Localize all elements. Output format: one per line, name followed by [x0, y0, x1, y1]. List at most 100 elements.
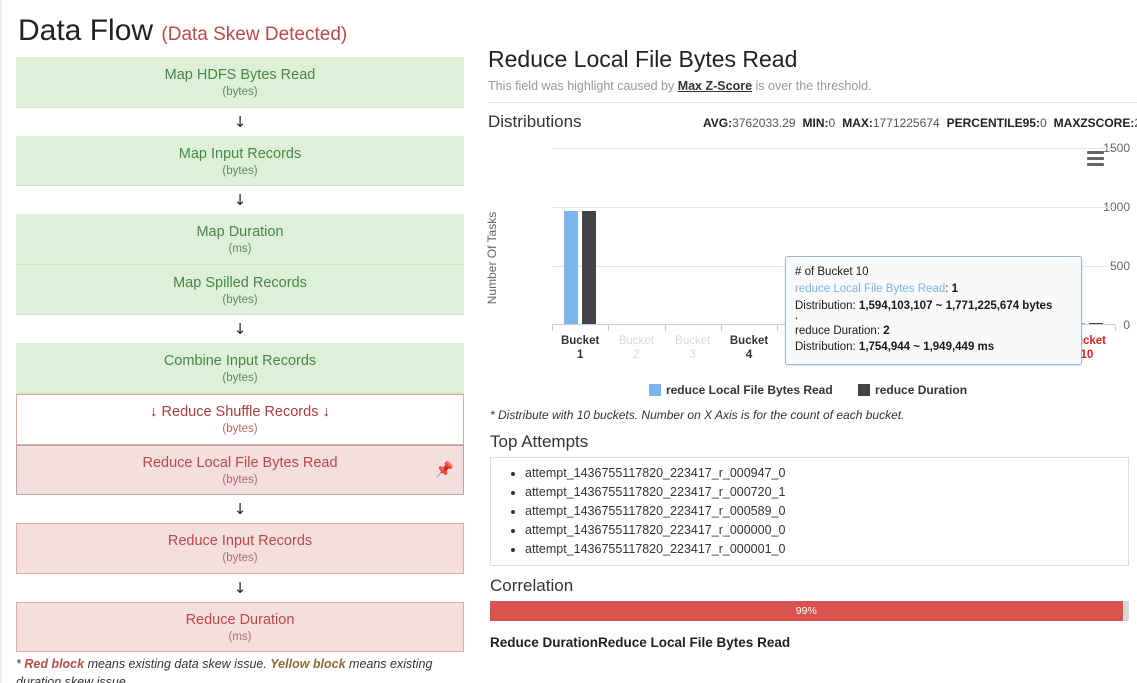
- divider: [488, 102, 1137, 103]
- page-title: Data Flow (Data Skew Detected): [18, 14, 464, 47]
- tooltip-series-2-range: 1,754,944 ~ 1,949,449 ms: [859, 341, 994, 353]
- x-axis-label-bucket-2[interactable]: Bucket2: [608, 334, 664, 363]
- tooltip-series-2-distribution: Distribution: 1,754,944 ~ 1,949,449 ms: [795, 339, 1072, 355]
- top-attempts-title: Top Attempts: [490, 432, 1137, 452]
- flow-arrow-icon: ↓: [16, 574, 464, 602]
- flow-block-reduce-duration[interactable]: Reduce Duration (ms): [16, 602, 464, 653]
- chart-legend: reduce Local File Bytes Read reduce Dura…: [488, 383, 1128, 397]
- x-label-word: Bucket: [665, 334, 721, 348]
- x-label-word: Bucket: [608, 334, 664, 348]
- tooltip-header: # of Bucket 10: [795, 264, 1072, 280]
- chart-tooltip: # of Bucket 10 reduce Local File Bytes R…: [785, 256, 1082, 365]
- x-label-word: Bucket: [552, 334, 608, 348]
- x-axis-label-bucket-3[interactable]: Bucket3: [665, 334, 721, 363]
- stat-maxzscore: MAXZSCORE:24.55: [1054, 116, 1137, 130]
- legend-item-reduce-local-file-bytes-read[interactable]: reduce Local File Bytes Read: [649, 383, 833, 397]
- stat-min: MIN:0: [803, 116, 836, 130]
- bar-reduce-local-file-bytes-read[interactable]: [564, 211, 578, 324]
- flow-block-unit: (bytes): [17, 422, 463, 436]
- flow-block-name: Combine Input Records: [17, 352, 463, 370]
- x-label-word: Bucket: [721, 334, 777, 348]
- distributions-header: Distributions AVG:3762033.29MIN:0MAX:177…: [488, 112, 1137, 132]
- top-attempts-list: attempt_1436755117820_223417_r_000947_0a…: [491, 464, 1128, 559]
- top-attempts-box: attempt_1436755117820_223417_r_000947_0a…: [490, 457, 1129, 566]
- field-subtitle: This field was highlight caused by Max Z…: [488, 79, 1137, 93]
- skew-down-arrow-icon-left: ↓: [150, 403, 158, 420]
- tooltip-series-2: reduce Duration: 2: [795, 323, 1072, 339]
- y-axis-title: Number Of Tasks: [485, 212, 499, 304]
- tooltip-series-1-distribution: Distribution: 1,594,103,107 ~ 1,771,225,…: [795, 298, 1072, 314]
- flow-block-map-hdfs-bytes-read[interactable]: Map HDFS Bytes Read (bytes): [16, 57, 464, 108]
- flow-block-name: Map HDFS Bytes Read: [17, 66, 463, 84]
- flow-block-reduce-input-records[interactable]: Reduce Input Records (bytes): [16, 523, 464, 574]
- legend-swatch-icon: [858, 384, 870, 396]
- correlation-progress-bar: 99%: [490, 601, 1123, 621]
- distributions-title: Distributions: [488, 112, 703, 132]
- x-axis-label-bucket-1[interactable]: Bucket1: [552, 334, 608, 363]
- attempt-list-item[interactable]: attempt_1436755117820_223417_r_000589_0: [525, 502, 1128, 521]
- flow-block-unit: (ms): [17, 630, 463, 644]
- flow-block-unit: (bytes): [17, 371, 463, 385]
- flow-block-name: Reduce Shuffle Records: [162, 404, 319, 420]
- flow-block-unit: (bytes): [17, 473, 463, 487]
- flow-block-map-input-records[interactable]: Map Input Records (bytes): [16, 136, 464, 187]
- x-axis-tick-mark: [721, 325, 722, 331]
- tooltip-series-1-name: reduce Local File Bytes Read: [795, 283, 945, 295]
- x-label-number: 3: [665, 348, 721, 362]
- x-label-number: 4: [721, 348, 777, 362]
- skew-down-arrow-icon-right: ↓: [322, 403, 330, 420]
- bar-reduce-duration[interactable]: [1089, 323, 1103, 324]
- note-yellow-block-label: Yellow block: [270, 657, 345, 671]
- max-z-score-link[interactable]: Max Z-Score: [678, 79, 752, 93]
- attempt-list-item[interactable]: attempt_1436755117820_223417_r_000720_1: [525, 483, 1128, 502]
- flow-block-unit: (bytes): [17, 164, 463, 178]
- flow-arrow-icon: ↓: [16, 108, 464, 136]
- gridline: [552, 207, 1115, 208]
- correlation-progress-track: 99%: [490, 601, 1129, 621]
- tooltip-gap: .: [795, 314, 1072, 323]
- pin-icon[interactable]: 📌: [435, 462, 454, 477]
- tooltip-series-1-value: 1: [952, 283, 958, 295]
- stat-max: MAX:1771225674: [842, 116, 939, 130]
- flow-block-name: Map Input Records: [17, 145, 463, 163]
- x-label-number: 2: [608, 348, 664, 362]
- x-axis-label-bucket-4[interactable]: Bucket4: [721, 334, 777, 363]
- flow-block-unit: (ms): [17, 242, 463, 256]
- flow-block-name: Map Spilled Records: [17, 274, 463, 292]
- attempt-list-item[interactable]: attempt_1436755117820_223417_r_000947_0: [525, 464, 1128, 483]
- flow-block-name: Reduce Input Records: [17, 532, 463, 550]
- legend-swatch-icon: [649, 384, 661, 396]
- flow-block-unit: (bytes): [17, 551, 463, 565]
- x-axis-tick-mark: [1115, 325, 1116, 331]
- flow-block-map-duration[interactable]: Map Duration (ms): [16, 214, 464, 265]
- note-mid-text: means existing data skew issue.: [84, 657, 270, 671]
- subtitle-prefix: This field was highlight caused by: [488, 79, 678, 93]
- page-title-text: Data Flow: [18, 14, 153, 47]
- flow-block-unit: (bytes): [17, 85, 463, 99]
- x-label-number: 1: [552, 348, 608, 362]
- bar-reduce-duration[interactable]: [582, 211, 596, 324]
- flow-arrow-icon: ↓: [16, 186, 464, 214]
- field-detail-panel: Reduce Local File Bytes Read This field …: [478, 0, 1137, 683]
- flow-block-name: Reduce Local File Bytes Read: [17, 454, 463, 472]
- tooltip-series-1-range: 1,594,103,107 ~ 1,771,225,674 bytes: [859, 300, 1052, 312]
- legend-label: reduce Local File Bytes Read: [666, 383, 833, 397]
- flow-block-map-spilled-records[interactable]: Map Spilled Records (bytes): [16, 265, 464, 316]
- distribution-bar-chart: Number Of Tasks 050010001500 Bucket1Buck…: [490, 136, 1130, 381]
- flow-block-reduce-local-file-bytes-read[interactable]: Reduce Local File Bytes Read (bytes) 📌: [16, 445, 464, 496]
- data-skew-detected-label: (Data Skew Detected): [161, 24, 347, 45]
- stat-percentile95: PERCENTILE95:0: [947, 116, 1047, 130]
- flow-block-name: Map Duration: [17, 223, 463, 241]
- legend-item-reduce-duration[interactable]: reduce Duration: [858, 383, 967, 397]
- flow-block-reduce-shuffle-records[interactable]: ↓ Reduce Shuffle Records ↓ (bytes): [16, 394, 464, 445]
- flow-arrow-icon: ↓: [16, 495, 464, 523]
- correlation-title: Correlation: [490, 576, 1137, 596]
- x-axis-tick-mark: [552, 325, 553, 331]
- tooltip-series-2-name: reduce Duration: [795, 325, 877, 337]
- flow-block-combine-input-records[interactable]: Combine Input Records (bytes): [16, 343, 464, 394]
- attempt-list-item[interactable]: attempt_1436755117820_223417_r_000001_0: [525, 540, 1128, 559]
- x-axis-tick-mark: [608, 325, 609, 331]
- subtitle-suffix: is over the threshold.: [752, 79, 872, 93]
- legend-label: reduce Duration: [875, 383, 967, 397]
- attempt-list-item[interactable]: attempt_1436755117820_223417_r_000000_0: [525, 521, 1128, 540]
